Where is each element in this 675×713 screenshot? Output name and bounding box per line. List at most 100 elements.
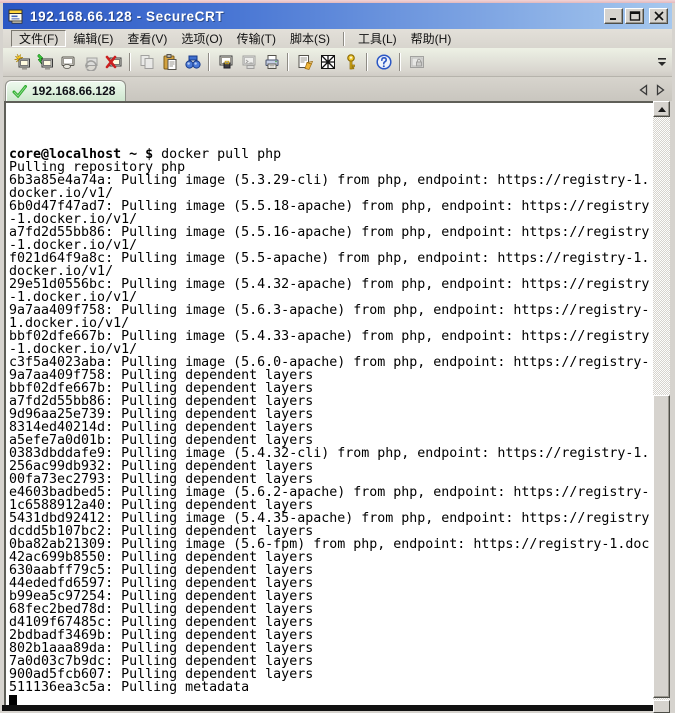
terminal-line: 42ac699b8550: Pulling dependent layers [9, 551, 653, 564]
key-agent-icon[interactable] [339, 51, 362, 73]
connected-check-icon [12, 85, 27, 98]
terminal-line: Pulling repository php [9, 161, 653, 174]
terminal-body: core@localhost ~ $ docker pull php Pulli… [9, 109, 653, 705]
terminal-line: a7fd2d55bb86: Pulling image (5.5.16-apac… [9, 226, 653, 239]
shell-command: docker pull php [161, 148, 281, 161]
toolbar-separator [366, 53, 368, 71]
menu-separator [343, 32, 345, 46]
terminal-line: 6b3a85e4a74a: Pulling image (5.3.29-cli)… [9, 174, 653, 187]
menubar: 文件(F) 编辑(E) 查看(V) 选项(O) 传输(T) 脚本(S) 工具(L… [3, 29, 672, 48]
shell-prompt: core@localhost ~ $ [9, 148, 161, 161]
session-tab[interactable]: 192.168.66.128 [5, 80, 126, 101]
terminal-line: docker.io/v1/ [9, 187, 653, 200]
window-bottom-edge [2, 705, 653, 711]
toolbar-overflow-icon[interactable] [656, 55, 668, 69]
help-icon[interactable] [372, 51, 395, 73]
terminal-line: 1c6588912a40: Pulling dependent layers [9, 499, 653, 512]
terminal-prompt-line: core@localhost ~ $ docker pull php [9, 148, 653, 161]
toolbar-separator [399, 53, 401, 71]
app-icon [7, 7, 25, 25]
tab-scroll-right-icon[interactable] [655, 83, 666, 97]
terminal-line: 802b1aaa89da: Pulling dependent layers [9, 642, 653, 655]
terminal-line: 0ba82ab21309: Pulling image (5.6-fpm) fr… [9, 538, 653, 551]
window-controls [604, 8, 668, 24]
terminal-line: docker.io/v1/ [9, 265, 653, 278]
terminal-line: 9d96aa25e739: Pulling dependent layers [9, 408, 653, 421]
session-tab-label: 192.168.66.128 [32, 84, 115, 98]
window-title: 192.168.66.128 - SecureCRT [30, 9, 224, 24]
terminal-line: -1.docker.io/v1/ [9, 239, 653, 252]
terminal-line: 6b0d47f47ad7: Pulling image (5.5.18-apac… [9, 200, 653, 213]
securecrt-window: 192.168.66.128 - SecureCRT 文件(F) 编辑(E) 查… [0, 0, 675, 713]
disconnect-icon[interactable] [102, 51, 125, 73]
menu-file[interactable]: 文件(F) [11, 30, 66, 47]
terminal-line: dcdd5b107bc2: Pulling dependent layers [9, 525, 653, 538]
paste-icon[interactable] [158, 51, 181, 73]
terminal-output: Pulling repository php6b3a85e4a74a: Pull… [9, 161, 653, 694]
quick-connect-icon[interactable] [10, 51, 33, 73]
terminal-line: 29e51d0556bc: Pulling image (5.4.32-apac… [9, 278, 653, 291]
minimize-button[interactable] [604, 8, 623, 24]
tabbar: 192.168.66.128 [3, 77, 672, 101]
terminal-line: 0383dbddafe9: Pulling image (5.4.32-cli)… [9, 447, 653, 460]
menu-options[interactable]: 选项(O) [174, 30, 229, 47]
menu-view[interactable]: 查看(V) [120, 30, 174, 47]
terminal-line: 5431dbd92412: Pulling image (5.4.35-apac… [9, 512, 653, 525]
close-button[interactable] [649, 8, 668, 24]
terminal-line: 256ac99db932: Pulling dependent layers [9, 460, 653, 473]
print-icon[interactable] [260, 51, 283, 73]
find-icon[interactable] [181, 51, 204, 73]
toolbar-separator [129, 53, 131, 71]
terminal-cursor [9, 695, 17, 705]
terminal-line: c3f5a4023aba: Pulling image (5.6.0-apach… [9, 356, 653, 369]
terminal-line: 44ededfd6597: Pulling dependent layers [9, 577, 653, 590]
menu-edit[interactable]: 编辑(E) [66, 30, 120, 47]
command-window-icon [237, 51, 260, 73]
toolbar-separator [287, 53, 289, 71]
session-options-icon[interactable] [293, 51, 316, 73]
terminal-line: 2bdbadf3469b: Pulling dependent layers [9, 629, 653, 642]
scroll-down-icon[interactable] [653, 700, 670, 713]
titlebar[interactable]: 192.168.66.128 - SecureCRT [3, 3, 672, 29]
menu-script[interactable]: 脚本(S) [283, 30, 337, 47]
terminal-line: 68fec2bed78d: Pulling dependent layers [9, 603, 653, 616]
terminal-line: 1.docker.io/v1/ [9, 317, 653, 330]
toolbar-separator [208, 53, 210, 71]
terminal-line: 8314ed40214d: Pulling dependent layers [9, 421, 653, 434]
terminal-line: 9a7aa409f758: Pulling dependent layers [9, 369, 653, 382]
tab-scroll-left-icon[interactable] [638, 83, 649, 97]
screen-lock-icon [405, 51, 428, 73]
copy-icon [135, 51, 158, 73]
terminal-scrollbar[interactable] [653, 101, 670, 713]
terminal-screen[interactable]: core@localhost ~ $ docker pull php Pulli… [4, 101, 653, 705]
terminal-line: a7fd2d55bb86: Pulling dependent layers [9, 395, 653, 408]
maximize-button[interactable] [625, 8, 644, 24]
terminal-line: f021d64f9a8c: Pulling image (5.5-apache)… [9, 252, 653, 265]
terminal-line: d4109f67485c: Pulling dependent layers [9, 616, 653, 629]
terminal-blank-lines [9, 109, 653, 148]
connect-in-tab-icon[interactable] [56, 51, 79, 73]
connect-icon[interactable] [33, 51, 56, 73]
terminal-line: 7a0d03c7b9dc: Pulling dependent layers [9, 655, 653, 668]
terminal-line: b99ea5c97254: Pulling dependent layers [9, 590, 653, 603]
terminal-line: a5efe7a0d01b: Pulling dependent layers [9, 434, 653, 447]
tab-navigation [638, 83, 672, 101]
terminal-line: -1.docker.io/v1/ [9, 343, 653, 356]
scrollbar-thumb[interactable] [653, 395, 670, 698]
terminal-line: -1.docker.io/v1/ [9, 213, 653, 226]
reconnect-icon [79, 51, 102, 73]
menu-help[interactable]: 帮助(H) [404, 30, 459, 47]
terminal-line: 00fa73ec2793: Pulling dependent layers [9, 473, 653, 486]
terminal-line: 9a7aa409f758: Pulling image (5.6.3-apach… [9, 304, 653, 317]
keymap-editor-icon[interactable] [316, 51, 339, 73]
menu-transfer[interactable]: 传输(T) [230, 30, 283, 47]
toolbar [3, 48, 672, 77]
terminal-line: 900ad5fcb607: Pulling dependent layers [9, 668, 653, 681]
scroll-up-icon[interactable] [653, 101, 670, 117]
terminal-line: bbf02dfe667b: Pulling image (5.4.33-apac… [9, 330, 653, 343]
terminal-line: -1.docker.io/v1/ [9, 291, 653, 304]
menu-tools[interactable]: 工具(L) [351, 30, 404, 47]
clone-session-icon[interactable] [214, 51, 237, 73]
terminal-line: 511136ea3c5a: Pulling metadata [9, 681, 653, 694]
terminal-line: 630aabff79c5: Pulling dependent layers [9, 564, 653, 577]
